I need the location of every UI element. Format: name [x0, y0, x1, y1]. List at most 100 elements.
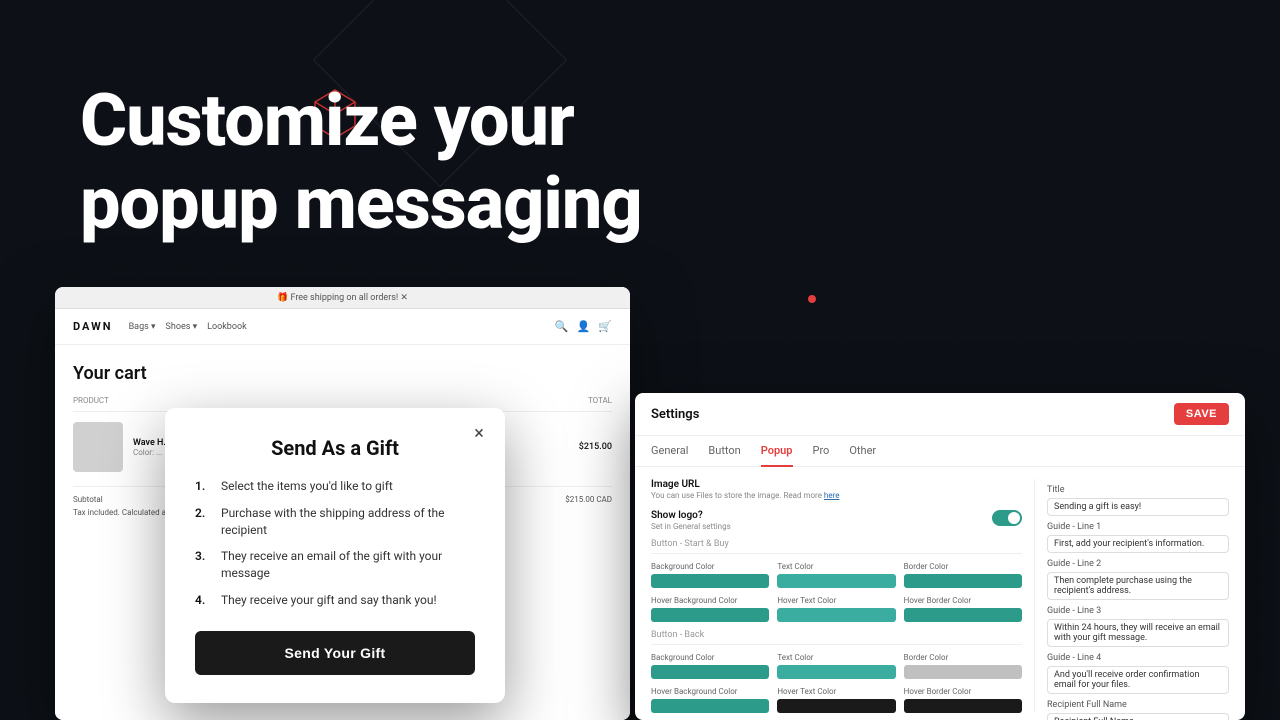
modal-title: Send As a Gift: [195, 436, 475, 460]
back-hover-text-swatch[interactable]: [777, 699, 895, 713]
title-label: Title: [1047, 485, 1229, 495]
recipient-name-value[interactable]: Recipient Full Name: [1047, 713, 1229, 720]
settings-col-right: Title Sending a gift is easy! Guide - Li…: [1034, 479, 1229, 712]
text-color-swatch[interactable]: [777, 574, 895, 588]
send-gift-button[interactable]: Send Your Gift: [195, 631, 475, 675]
subtotal-value: $215.00 CAD: [565, 495, 612, 504]
image-url-desc-text: You can use Files to store the image. Re…: [651, 491, 822, 500]
back-text-label: Text Color: [777, 653, 895, 662]
back-hover-border-label: Hover Border Color: [904, 687, 1022, 696]
bg-color-field: Background Color: [651, 562, 769, 588]
headline-line1: Customize your: [80, 80, 642, 163]
step-text-4: They receive your gift and say thank you…: [221, 592, 437, 609]
tab-button[interactable]: Button: [708, 436, 740, 467]
back-text-swatch[interactable]: [777, 665, 895, 679]
show-logo-group: Show logo? Set in General settings: [651, 510, 731, 531]
back-hover-border-field: Hover Border Color: [904, 687, 1022, 713]
border-color-swatch[interactable]: [904, 574, 1022, 588]
bg-color-swatch[interactable]: [651, 574, 769, 588]
item-price: $215.00: [579, 442, 612, 452]
cart-col-product: PRODUCT: [73, 396, 109, 405]
image-url-link[interactable]: here: [824, 491, 840, 500]
border-color-field: Border Color: [904, 562, 1022, 588]
guide-line2-label: Guide - Line 2: [1047, 559, 1229, 569]
show-logo-toggle[interactable]: [992, 510, 1022, 526]
hover-border-field: Hover Border Color: [904, 596, 1022, 622]
bg-color-label: Background Color: [651, 562, 769, 571]
modal-step-1: 1. Select the items you'd like to gift: [195, 478, 475, 495]
step-text-1: Select the items you'd like to gift: [221, 478, 393, 495]
back-hover-border-swatch[interactable]: [904, 699, 1022, 713]
guide-line1-value[interactable]: First, add your recipient's information.: [1047, 535, 1229, 553]
image-url-group: Image URL You can use Files to store the…: [651, 479, 1022, 500]
tab-other[interactable]: Other: [849, 436, 876, 467]
back-hover-bg-field: Hover Background Color: [651, 687, 769, 713]
show-logo-desc: Set in General settings: [651, 522, 731, 531]
back-hover-row: Hover Background Color Hover Text Color …: [651, 687, 1022, 713]
guide-line2-value[interactable]: Then complete purchase using the recipie…: [1047, 572, 1229, 600]
store-logo: DAWN: [73, 320, 113, 333]
hover-bg-swatch[interactable]: [651, 608, 769, 622]
nav-link-shoes[interactable]: Shoes ▾: [166, 322, 198, 332]
image-url-desc: You can use Files to store the image. Re…: [651, 491, 1022, 500]
step-num-1: 1.: [195, 478, 213, 495]
hover-text-field: Hover Text Color: [777, 596, 895, 622]
gift-modal: × Send As a Gift 1. Select the items you…: [165, 408, 505, 703]
account-icon[interactable]: 👤: [577, 320, 591, 333]
guide-line4-value[interactable]: And you'll receive order confirmation em…: [1047, 666, 1229, 694]
guide-line1-label: Guide - Line 1: [1047, 522, 1229, 532]
back-hover-bg-label: Hover Background Color: [651, 687, 769, 696]
back-text-field: Text Color: [777, 653, 895, 679]
item-thumbnail: [73, 422, 123, 472]
recipient-name-label: Recipient Full Name: [1047, 700, 1229, 710]
step-num-3: 3.: [195, 548, 213, 582]
save-button[interactable]: SAVE: [1174, 403, 1229, 425]
subtotal-label: Subtotal: [73, 495, 103, 504]
back-hover-text-field: Hover Text Color: [777, 687, 895, 713]
settings-header: Settings SAVE: [635, 393, 1245, 436]
modal-step-4: 4. They receive your gift and say thank …: [195, 592, 475, 609]
step-text-2: Purchase with the shipping address of th…: [221, 505, 475, 539]
guide-line3-value[interactable]: Within 24 hours, they will receive an em…: [1047, 619, 1229, 647]
back-border-swatch[interactable]: [904, 665, 1022, 679]
cart-title: Your cart: [73, 363, 612, 384]
back-border-label: Border Color: [904, 653, 1022, 662]
back-bg-swatch[interactable]: [651, 665, 769, 679]
hover-border-label: Hover Border Color: [904, 596, 1022, 605]
image-url-label: Image URL: [651, 479, 1022, 490]
guide-line3-label: Guide - Line 3: [1047, 606, 1229, 616]
back-hover-bg-swatch[interactable]: [651, 699, 769, 713]
border-color-label: Border Color: [904, 562, 1022, 571]
settings-col-left: Image URL You can use Files to store the…: [651, 479, 1022, 712]
red-dot: [808, 295, 816, 303]
text-color-label: Text Color: [777, 562, 895, 571]
text-color-field: Text Color: [777, 562, 895, 588]
color-row-1: Background Color Text Color Border Color: [651, 562, 1022, 588]
button-back-divider: Button - Back: [651, 630, 1022, 645]
tab-general[interactable]: General: [651, 436, 688, 467]
step-text-3: They receive an email of the gift with y…: [221, 548, 475, 582]
store-nav: DAWN Bags ▾ Shoes ▾ Lookbook 🔍 👤 🛒: [55, 309, 630, 345]
settings-title: Settings: [651, 407, 699, 422]
modal-close-button[interactable]: ×: [467, 422, 491, 446]
cart-icon[interactable]: 🛒: [598, 320, 612, 333]
search-icon[interactable]: 🔍: [555, 320, 569, 333]
tab-popup[interactable]: Popup: [761, 436, 793, 467]
headline-line2: popup messaging: [80, 163, 642, 246]
store-nav-links: Bags ▾ Shoes ▾ Lookbook: [129, 322, 247, 332]
hover-text-swatch[interactable]: [777, 608, 895, 622]
hover-border-swatch[interactable]: [904, 608, 1022, 622]
tab-pro[interactable]: Pro: [813, 436, 830, 467]
button-start-divider: Button - Start & Buy: [651, 539, 1022, 554]
nav-link-bags[interactable]: Bags ▾: [129, 322, 156, 332]
toggle-knob: [1008, 512, 1020, 524]
step-num-4: 4.: [195, 592, 213, 609]
modal-step-3: 3. They receive an email of the gift wit…: [195, 548, 475, 582]
title-value[interactable]: Sending a gift is easy!: [1047, 498, 1229, 516]
store-nav-icons: 🔍 👤 🛒: [555, 320, 612, 333]
nav-link-lookbook[interactable]: Lookbook: [207, 322, 247, 332]
hover-bg-field: Hover Background Color: [651, 596, 769, 622]
modal-steps: 1. Select the items you'd like to gift 2…: [195, 478, 475, 609]
modal-step-2: 2. Purchase with the shipping address of…: [195, 505, 475, 539]
back-color-row-1: Background Color Text Color Border Color: [651, 653, 1022, 679]
